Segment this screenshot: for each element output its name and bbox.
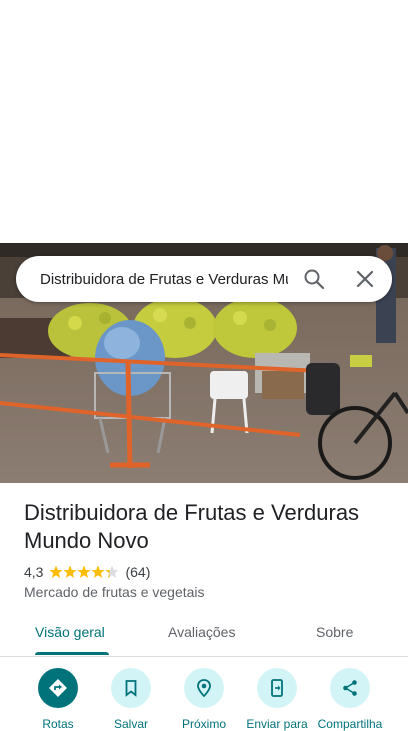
directions-button[interactable]: Rotas: [18, 668, 98, 731]
nearby-button[interactable]: Próximo: [164, 668, 244, 731]
active-tab-indicator: [35, 652, 109, 655]
search-input[interactable]: Distribuidora de Frutas e Verduras Mundo…: [40, 271, 288, 288]
tab-reviews[interactable]: Avaliações: [168, 624, 235, 640]
place-title: Distribuidora de Frutas e Verduras Mundo…: [24, 500, 360, 553]
rating-stars: [49, 565, 119, 579]
action-bar: Rotas Salvar Próximo Enviar para Compart…: [0, 668, 408, 731]
save-label: Salvar: [113, 717, 148, 731]
nearby-label: Próximo: [181, 717, 226, 731]
tab-bar: Visão geral Avaliações Sobre: [0, 612, 408, 657]
rating-value: 4,3: [24, 564, 44, 580]
star-icon: [49, 565, 119, 578]
nearby-icon: [184, 668, 224, 708]
directions-icon: [38, 668, 78, 708]
share-label: Compartilha: [317, 717, 383, 731]
directions-label: Rotas: [42, 717, 74, 731]
search-bar[interactable]: Distribuidora de Frutas e Verduras Mundo…: [16, 256, 392, 302]
send-to-phone-icon: [257, 668, 297, 708]
close-icon[interactable]: [353, 267, 377, 291]
tab-about[interactable]: Sobre: [316, 624, 353, 640]
tab-overview[interactable]: Visão geral: [35, 624, 105, 640]
review-count[interactable]: (64): [125, 564, 150, 580]
search-icon[interactable]: [302, 267, 326, 291]
share-icon: [330, 668, 370, 708]
rating-row[interactable]: 4,3 (64): [24, 563, 150, 581]
send-to-phone-button[interactable]: Enviar para: [237, 668, 317, 731]
share-button[interactable]: Compartilha: [310, 668, 390, 731]
send-to-phone-label: Enviar para: [246, 717, 308, 731]
blank-map-area: [0, 0, 408, 243]
place-category: Mercado de frutas e vegetais: [24, 584, 205, 600]
save-button[interactable]: Salvar: [91, 668, 171, 731]
bookmark-icon: [111, 668, 151, 708]
